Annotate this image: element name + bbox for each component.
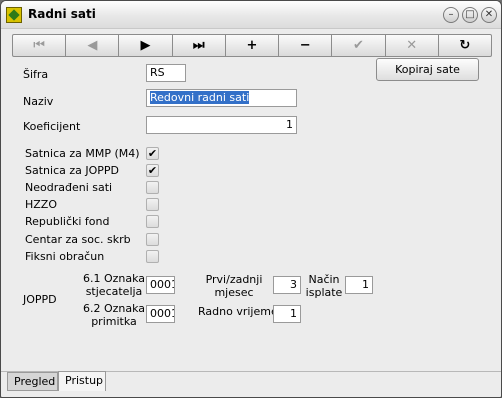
koeficijent-field[interactable]: 1	[146, 116, 297, 134]
checkbox-label-hzzo: HZZO	[25, 198, 58, 211]
oznaka-stjecatelja-field[interactable]: 0001	[146, 276, 175, 294]
plus-icon: +	[246, 38, 258, 53]
previous-record-button[interactable]: ◀	[66, 35, 120, 56]
prvi-zadnji-label-line1: Prvi/zadnji	[205, 273, 263, 286]
navigation-toolbar: ⏮ ◀ ▶ ⏭ + − ✔ ✕ ↻	[12, 34, 492, 57]
copy-hours-button[interactable]: Kopiraj sate	[376, 58, 479, 81]
maximize-button[interactable]: □	[462, 7, 478, 23]
radno-vrijeme-field[interactable]: 1	[273, 305, 301, 323]
tab-pristup[interactable]: Pristup	[58, 371, 106, 391]
nacin-isplate-label-line2: isplate	[305, 286, 343, 299]
tab-pregled[interactable]: Pregled	[7, 372, 58, 391]
oznaka-primitka-label: 6.2 Oznaka primitka	[83, 302, 145, 328]
checkbox-label-neodradeni: Neodrađeni sati	[25, 181, 113, 194]
delete-record-button[interactable]: −	[279, 35, 333, 56]
oznaka-primitka-label-line1: 6.2 Oznaka	[83, 302, 146, 315]
window: Radni sati – □ ✕ ⏮ ◀ ▶ ⏭ + − ✔ ✕ ↻ Kopir…	[0, 0, 502, 398]
previous-icon: ◀	[87, 38, 98, 53]
oznaka-stjecatelja-label: 6.1 Oznaka stjecatelja	[83, 272, 145, 298]
checkbox-neodradeni[interactable]	[146, 181, 159, 194]
oznaka-primitka-field[interactable]: 0001	[146, 305, 175, 323]
oznaka-stjecatelja-label-line1: 6.1 Oznaka	[83, 272, 146, 285]
checkbox-republicki[interactable]	[146, 215, 159, 228]
confirm-button[interactable]: ✔	[332, 35, 386, 56]
cancel-button[interactable]: ✕	[386, 35, 439, 56]
nacin-isplate-label-line1: Način	[308, 273, 340, 286]
checkbox-label-centar: Centar za soc. skrb	[25, 233, 131, 246]
checkbox-label-joppd: Satnica za JOPPD	[25, 164, 119, 177]
close-window-button[interactable]: ✕	[481, 7, 497, 23]
minus-icon: −	[299, 38, 311, 53]
checkmark-icon: ✔	[352, 38, 364, 53]
nacin-isplate-field[interactable]: 1	[345, 276, 373, 294]
joppd-label: JOPPD	[23, 293, 57, 306]
minimize-button[interactable]: –	[443, 7, 459, 23]
next-record-button[interactable]: ▶	[119, 35, 173, 56]
checkbox-label-republicki: Republički fond	[25, 215, 110, 228]
checkbox-joppd[interactable]: ✔	[146, 164, 159, 177]
first-record-button[interactable]: ⏮	[13, 35, 67, 56]
sifra-field[interactable]: RS	[146, 64, 186, 82]
oznaka-primitka-label-line2: primitka	[91, 315, 137, 328]
add-record-button[interactable]: +	[226, 35, 280, 56]
oznaka-stjecatelja-label-line2: stjecatelja	[85, 285, 143, 298]
checkbox-mmp[interactable]: ✔	[146, 147, 159, 160]
koeficijent-label: Koeficijent	[23, 120, 81, 133]
last-record-button[interactable]: ⏭	[173, 35, 226, 56]
checkbox-fiksni[interactable]	[146, 250, 159, 263]
first-icon: ⏮	[33, 38, 45, 53]
refresh-button[interactable]: ↻	[439, 35, 491, 56]
x-icon: ✕	[406, 38, 418, 53]
refresh-icon: ↻	[459, 38, 471, 53]
prvi-zadnji-label: Prvi/zadnji mjesec	[201, 273, 267, 299]
radno-vrijeme-label: Radno vrijeme	[198, 305, 278, 318]
app-icon	[6, 7, 22, 23]
window-title: Radni sati	[28, 7, 96, 21]
naziv-label: Naziv	[23, 95, 54, 108]
next-icon: ▶	[140, 38, 151, 53]
nacin-isplate-label: Način isplate	[305, 273, 343, 299]
prvi-zadnji-label-line2: mjesec	[214, 286, 254, 299]
checkbox-label-fiksni: Fiksni obračun	[25, 250, 105, 263]
title-bar[interactable]: Radni sati – □ ✕	[1, 1, 501, 29]
checkbox-centar[interactable]	[146, 233, 159, 246]
naziv-field[interactable]: Redovni radni sati	[146, 89, 297, 107]
naziv-value: Redovni radni sati	[150, 91, 250, 104]
prvi-zadnji-field[interactable]: 3	[273, 276, 301, 294]
checkbox-hzzo[interactable]	[146, 198, 159, 211]
sifra-label: Šifra	[23, 68, 49, 81]
checkbox-label-mmp: Satnica za MMP (M4)	[25, 147, 140, 160]
last-icon: ⏭	[192, 38, 205, 53]
